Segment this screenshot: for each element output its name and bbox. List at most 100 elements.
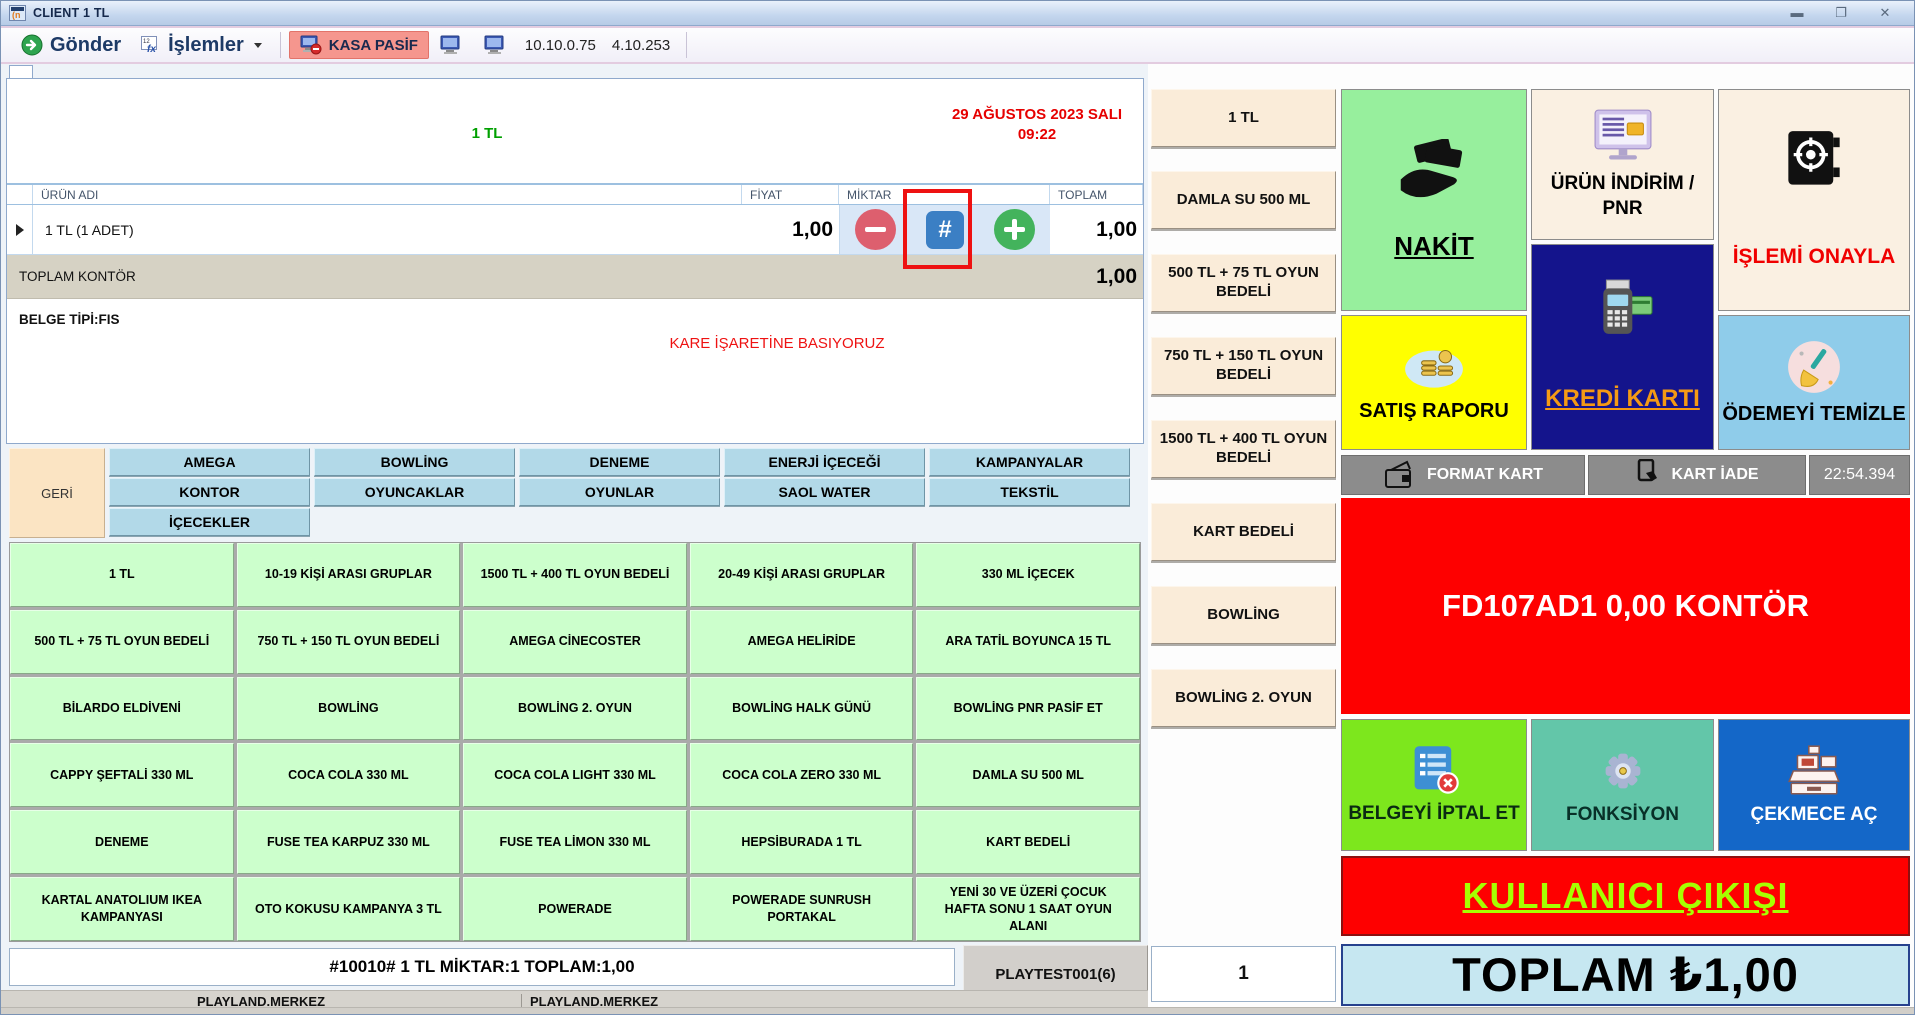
quick-item-button[interactable]: 500 TL + 75 TL OYUN BEDELİ <box>1151 254 1336 312</box>
product-button[interactable]: BOWLİNG HALK GÜNÜ <box>689 676 914 741</box>
islemler-label: İşlemler <box>168 33 244 56</box>
quick-item-button[interactable]: BOWLİNG 2. OYUN <box>1151 669 1336 727</box>
quick-item-button[interactable]: KART BEDELİ <box>1151 503 1336 561</box>
odemeyi-temizle-label: ÖDEMEYİ TEMİZLE <box>1722 402 1906 425</box>
toolbar-separator <box>279 32 281 58</box>
app-icon <box>9 5 26 21</box>
belge-tipi-label: BELGE TİPİ:FIS <box>7 299 1143 339</box>
product-button[interactable]: YENİ 30 VE ÜZERİ ÇOCUK HAFTA SONU 1 SAAT… <box>916 877 1140 941</box>
nakit-label: NAKİT <box>1394 230 1474 261</box>
back-button[interactable]: GERİ <box>9 448 105 538</box>
category-tab[interactable]: AMEGA <box>109 448 310 476</box>
kredi-karti-button[interactable]: KREDİ KARTI <box>1531 244 1714 450</box>
current-product-label: 1 TL <box>471 125 503 142</box>
category-tab[interactable]: KONTOR <box>109 478 310 506</box>
urun-indirim-button[interactable]: ÜRÜN İNDİRİM / PNR <box>1531 89 1714 240</box>
product-button[interactable]: DENEME <box>10 810 234 875</box>
category-tab[interactable]: BOWLİNG <box>314 448 515 476</box>
receipt-document: 1 TL 29 AĞUSTOS 2023 SALI 09:22 ÜRÜN ADI… <box>6 78 1144 444</box>
product-button[interactable]: ARA TATİL BOYUNCA 15 TL <box>916 609 1140 674</box>
grand-total-display: TOPLAM ₺1,00 <box>1341 944 1910 1006</box>
chevron-down-icon <box>253 42 262 48</box>
ip-address-primary: 10.10.0.75 <box>524 36 596 54</box>
category-tab[interactable]: SAOL WATER <box>724 478 925 506</box>
quick-item-button[interactable]: BOWLİNG <box>1151 586 1336 644</box>
product-button[interactable]: BOWLİNG PNR PASİF ET <box>916 676 1140 741</box>
product-button[interactable]: COCA COLA LIGHT 330 ML <box>463 743 687 808</box>
quantity-input[interactable]: 1 <box>1151 946 1336 1002</box>
product-button[interactable]: DAMLA SU 500 ML <box>916 743 1140 808</box>
product-button[interactable]: COCA COLA ZERO 330 ML <box>689 743 914 808</box>
category-tab[interactable]: DENEME <box>519 448 720 476</box>
satis-raporu-button[interactable]: SATIŞ RAPORU <box>1341 315 1527 450</box>
product-button[interactable]: 20-49 KİŞİ ARASI GRUPLAR <box>689 543 914 607</box>
category-tab[interactable]: OYUNCAKLAR <box>314 478 515 506</box>
item-price: 1,00 <box>792 217 833 241</box>
increase-quantity-button[interactable] <box>994 209 1035 250</box>
table-row[interactable]: 1 TL (1 ADET) 1,00 # 1,00 <box>7 205 1143 255</box>
selector-column-header <box>7 185 33 204</box>
category-tab[interactable]: KAMPANYALAR <box>929 448 1130 476</box>
terminal-1-button[interactable] <box>429 30 473 60</box>
send-arrow-icon <box>21 34 43 56</box>
product-button[interactable]: FUSE TEA KARPUZ 330 ML <box>236 810 461 875</box>
islemi-onayla-button[interactable]: İŞLEMİ ONAYLA <box>1718 89 1910 311</box>
product-button[interactable]: 750 TL + 150 TL OYUN BEDELİ <box>236 609 461 674</box>
urun-indirim-label: ÜRÜN İNDİRİM / PNR <box>1550 172 1695 219</box>
format-kart-button[interactable]: FORMAT KART <box>1341 455 1585 495</box>
action-panel: NAKİT ÜRÜN İNDİRİM / PNR İŞLEMİ ONAYLA K… <box>1341 64 1914 1014</box>
close-button[interactable]: ✕ <box>1874 6 1896 21</box>
terminal-2-button[interactable] <box>473 30 517 60</box>
product-button[interactable]: FUSE TEA LİMON 330 ML <box>463 810 687 875</box>
quick-item-button[interactable]: DAMLA SU 500 ML <box>1151 171 1336 229</box>
fonksiyon-button[interactable]: FONKSİYON <box>1531 719 1714 851</box>
kasa-pasif-button[interactable]: KASA PASİF <box>288 31 429 59</box>
product-button[interactable]: AMEGA CİNECOSTER <box>463 609 687 674</box>
product-button[interactable]: 1500 TL + 400 TL OYUN BEDELİ <box>463 543 687 607</box>
category-tabs: GERİ AMEGA BOWLİNG DENEME ENERJİ İÇECEĞİ KAM… <box>9 448 1139 540</box>
product-button[interactable]: HEPSİBURADA 1 TL <box>689 810 914 875</box>
product-button[interactable]: COCA COLA 330 ML <box>236 743 461 808</box>
decrease-quantity-button[interactable] <box>855 209 896 250</box>
safe-icon <box>1781 129 1847 191</box>
product-button[interactable]: OTO KOKUSU KAMPANYA 3 TL <box>236 877 461 941</box>
product-button[interactable]: BOWLİNG <box>236 676 461 741</box>
restore-button[interactable]: ❐ <box>1830 6 1852 21</box>
cekmece-ac-button[interactable]: ÇEKMECE AÇ <box>1718 719 1910 851</box>
category-tab[interactable]: OYUNLAR <box>519 478 720 506</box>
column-header-urun-adi: ÜRÜN ADI <box>33 185 742 204</box>
category-tab[interactable]: İÇECEKLER <box>109 508 310 536</box>
product-button[interactable]: BOWLİNG 2. OYUN <box>463 676 687 741</box>
belgeyi-iptal-button[interactable]: BELGEYİ İPTAL ET <box>1341 719 1527 851</box>
kullanici-cikisi-button[interactable]: KULLANICI ÇIKIŞI <box>1341 856 1910 936</box>
grand-total-label: TOPLAM ₺1,00 <box>1452 948 1799 1001</box>
pos-window: CLIENT 1 TL ▬ ❐ ✕ Gönder 12fx İşlemler <box>0 0 1915 1015</box>
product-button[interactable]: 1 TL <box>10 543 234 607</box>
cash-register-icon <box>1783 744 1845 798</box>
product-button[interactable]: 330 ML İÇECEK <box>916 543 1140 607</box>
quick-item-button[interactable]: 750 TL + 150 TL OYUN BEDELİ <box>1151 337 1336 395</box>
card-kontor-display: FD107AD1 0,00 KONTÖR <box>1341 498 1910 714</box>
workstation-disabled-icon <box>300 35 322 55</box>
quick-item-button[interactable]: 1500 TL + 400 TL OYUN BEDELİ <box>1151 420 1336 478</box>
category-tab[interactable]: ENERJİ İÇECEĞİ <box>724 448 925 476</box>
product-button[interactable]: 10-19 KİŞİ ARASI GRUPLAR <box>236 543 461 607</box>
gonder-button[interactable]: Gönder <box>11 30 131 60</box>
kart-iade-button[interactable]: KART İADE <box>1588 455 1806 495</box>
product-button[interactable]: BİLARDO ELDİVENİ <box>10 676 234 741</box>
minimize-button[interactable]: ▬ <box>1786 6 1808 21</box>
nakit-button[interactable]: NAKİT <box>1341 89 1527 311</box>
product-button[interactable]: 500 TL + 75 TL OYUN BEDELİ <box>10 609 234 674</box>
product-button[interactable]: KARTAL ANATOLIUM IKEA KAMPANYASI <box>10 877 234 941</box>
category-tab[interactable]: TEKSTİL <box>929 478 1130 506</box>
page-tab[interactable] <box>9 65 33 79</box>
quick-item-button[interactable]: 1 TL <box>1151 89 1336 147</box>
islemler-menu[interactable]: 12 fx İşlemler <box>131 30 272 60</box>
product-button[interactable]: AMEGA HELİRİDE <box>689 609 914 674</box>
product-button[interactable]: POWERADE <box>463 877 687 941</box>
product-button[interactable]: CAPPY ŞEFTALİ 330 ML <box>10 743 234 808</box>
odemeyi-temizle-button[interactable]: ÖDEMEYİ TEMİZLE <box>1718 315 1910 450</box>
product-button[interactable]: POWERADE SUNRUSH PORTAKAL <box>689 877 914 941</box>
product-button[interactable]: KART BEDELİ <box>916 810 1140 875</box>
cekmece-ac-label: ÇEKMECE AÇ <box>1750 804 1878 825</box>
